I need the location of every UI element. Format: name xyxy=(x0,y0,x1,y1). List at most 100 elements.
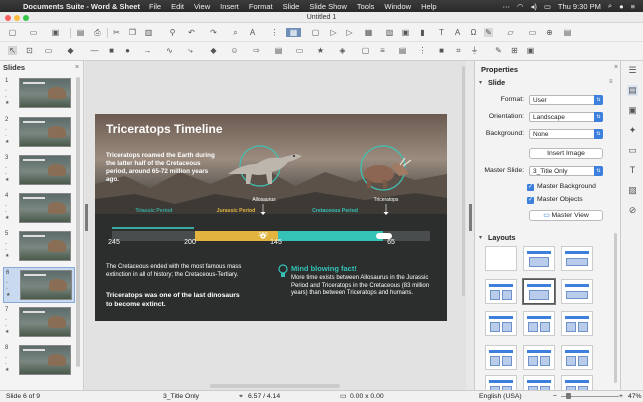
sidebar-styles-icon[interactable]: T xyxy=(627,165,638,176)
fontwork-icon[interactable]: A xyxy=(453,28,462,37)
menu-slide[interactable]: Slide xyxy=(283,2,300,11)
layout-option[interactable] xyxy=(561,311,593,336)
menu-view[interactable]: View xyxy=(194,2,210,11)
transformations-icon[interactable]: ▢ xyxy=(361,46,370,55)
close-window-button[interactable] xyxy=(5,14,11,21)
slide-body-text[interactable]: The Cretaceous ended with the most famou… xyxy=(106,264,256,279)
menu-tools[interactable]: Tools xyxy=(357,2,375,11)
close-pane-icon[interactable]: × xyxy=(75,64,79,71)
apple-icon[interactable] xyxy=(7,1,17,11)
workspace-vertical-scrollbar[interactable] xyxy=(462,66,465,296)
find-replace-icon[interactable]: ⌕ xyxy=(231,28,240,37)
fill-color-icon[interactable]: ◆ xyxy=(66,46,75,55)
symbol-shapes-icon[interactable]: ☺ xyxy=(230,46,239,55)
slide-thumbnail[interactable]: 4 ◦ ◦ ★ xyxy=(3,191,75,227)
display-views-icon[interactable]: ▦ xyxy=(286,28,301,37)
layout-option[interactable] xyxy=(485,246,517,271)
master-slide-select[interactable]: 3_Title Only ⇅ xyxy=(529,166,603,176)
zoom-out-icon[interactable]: − xyxy=(553,391,557,402)
callouts-icon[interactable]: ▭ xyxy=(295,46,304,55)
toggle-extrusion-icon[interactable]: ▣ xyxy=(526,46,535,55)
chart-icon[interactable]: ▮ xyxy=(418,28,427,37)
collapse-layouts-icon[interactable]: ▾ xyxy=(479,234,482,241)
slide-thumbnail[interactable]: 3 ◦ ◦ ★ xyxy=(3,153,75,189)
insert-image-icon[interactable]: ▨ xyxy=(385,28,394,37)
master-view-button[interactable]: ▭ Master View xyxy=(529,210,603,221)
insert-line-icon[interactable]: — xyxy=(90,46,99,55)
app-name-menu[interactable]: Documents Suite - Word & Sheet xyxy=(23,2,140,11)
start-current-slide-icon[interactable]: ▷ xyxy=(345,28,354,37)
points-icon[interactable]: ✎ xyxy=(494,46,503,55)
background-select[interactable]: None ⇅ xyxy=(529,129,603,139)
section-menu-icon[interactable]: ≡ xyxy=(609,79,613,85)
crop-icon[interactable]: ⌗ xyxy=(454,46,463,55)
paste-icon[interactable]: ▥ xyxy=(144,28,153,37)
layout-option[interactable] xyxy=(523,345,555,370)
close-properties-icon[interactable]: × xyxy=(614,64,618,71)
zoom-level[interactable]: 47% xyxy=(628,391,642,402)
flowchart-icon[interactable]: ▤ xyxy=(274,46,283,55)
hyperlink-icon[interactable]: ⊕ xyxy=(545,28,554,37)
sidebar-master-slides-icon[interactable]: ▭ xyxy=(627,145,638,156)
stars-icon[interactable]: ★ xyxy=(316,46,325,55)
slide-thumbnail[interactable]: 8 ◦ ◦ ★ xyxy=(3,343,75,379)
draw-icon[interactable]: ✎ xyxy=(484,28,493,37)
line-color-icon[interactable]: ▭ xyxy=(44,46,53,55)
clone-formatting-icon[interactable]: ⚲ xyxy=(168,28,177,37)
sidebar-gallery-icon[interactable]: ▨ xyxy=(627,185,638,196)
copy-icon[interactable]: ❐ xyxy=(128,28,137,37)
insert-media-icon[interactable]: ▣ xyxy=(401,28,410,37)
spotlight-icon[interactable]: ⌕ xyxy=(608,1,612,11)
spelling-icon[interactable]: A xyxy=(248,28,257,37)
print-icon[interactable]: ⎙ xyxy=(93,28,102,37)
select-icon[interactable]: ↖ xyxy=(8,46,17,55)
lines-arrows-icon[interactable]: → xyxy=(143,46,152,55)
slide-thumbnail[interactable]: 2 ◦ ◦ ★ xyxy=(3,115,75,151)
zoom-pan-icon[interactable]: ⊡ xyxy=(25,46,34,55)
orientation-select[interactable]: Landscape ⇅ xyxy=(529,112,603,122)
layout-option[interactable] xyxy=(485,345,517,370)
sidebar-properties-icon[interactable]: ▤ xyxy=(627,85,638,96)
volume-icon[interactable]: ◂) xyxy=(531,2,537,11)
glue-points-icon[interactable]: ⊞ xyxy=(510,46,519,55)
text-box-icon[interactable]: T xyxy=(437,28,446,37)
user-avatar[interactable]: ● xyxy=(619,2,624,11)
master-objects-checkbox[interactable]: ✓ xyxy=(527,197,534,204)
mind-blowing-title[interactable]: Mind blowing fact! xyxy=(291,264,357,273)
save-icon[interactable]: ▣ xyxy=(51,28,60,37)
layout-option[interactable] xyxy=(522,278,556,305)
slide-section-header[interactable]: Slide xyxy=(488,78,505,87)
ellipse-icon[interactable]: ● xyxy=(123,46,132,55)
basic-shapes-icon[interactable]: ◆ xyxy=(209,46,218,55)
grid-icon[interactable]: ⋮ xyxy=(270,28,279,37)
mind-blowing-text[interactable]: More time exists between Allosaurus in t… xyxy=(291,275,441,298)
control-center-icon[interactable]: ≡ xyxy=(631,2,635,11)
battery-icon[interactable]: ▭ xyxy=(544,2,551,11)
layout-option[interactable] xyxy=(523,311,555,336)
menu-insert[interactable]: Insert xyxy=(220,2,239,11)
export-pdf-icon[interactable]: ▤ xyxy=(76,28,85,37)
sidebar-settings-icon[interactable]: ☰ xyxy=(627,65,638,76)
show-draw-functions-icon[interactable]: ▱ xyxy=(506,28,515,37)
right-pane-handle[interactable] xyxy=(469,204,472,231)
slides-scrollbar[interactable] xyxy=(76,77,80,367)
properties-scrollbar[interactable] xyxy=(614,233,617,383)
3d-objects-icon[interactable]: ◈ xyxy=(338,46,347,55)
menu-window[interactable]: Window xyxy=(384,2,411,11)
language[interactable]: English (USA) xyxy=(479,391,522,402)
comment-icon[interactable]: ▭ xyxy=(528,28,537,37)
left-pane-handle[interactable] xyxy=(85,204,88,231)
minimize-window-button[interactable] xyxy=(14,14,20,21)
undo-icon[interactable]: ↶ xyxy=(187,28,196,37)
layout-option[interactable] xyxy=(523,246,555,271)
rectangle-icon[interactable]: ■ xyxy=(107,46,116,55)
slide-title[interactable]: Triceratops Timeline xyxy=(106,122,223,136)
menu-file[interactable]: File xyxy=(149,2,161,11)
wifi-icon[interactable]: ◠ xyxy=(517,2,524,11)
zoom-window-button[interactable] xyxy=(23,14,29,21)
menu-edit[interactable]: Edit xyxy=(171,2,184,11)
block-arrows-icon[interactable]: ⇨ xyxy=(252,46,261,55)
open-folder-icon[interactable]: ▭ xyxy=(29,28,38,37)
arrange-icon[interactable]: ▤ xyxy=(398,46,407,55)
special-character-icon[interactable]: Ω xyxy=(469,28,478,37)
